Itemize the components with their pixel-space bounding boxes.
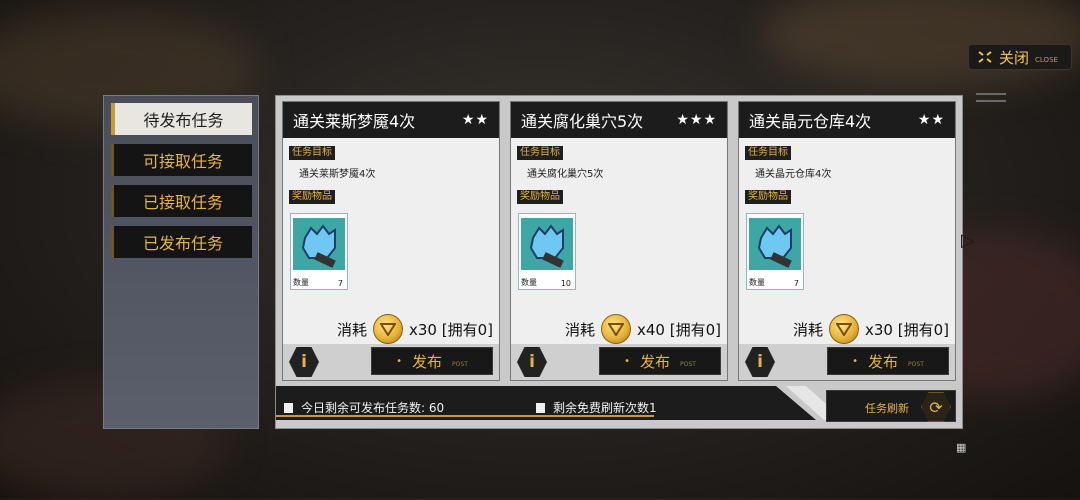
quantity-label: 数量 — [521, 278, 537, 287]
reward-tag: 奖励物品 — [517, 190, 563, 204]
card-footer: i • 发布 POST — [511, 344, 727, 380]
free-refresh-text: 剩余免费刷新次数1 — [553, 401, 657, 415]
goal-tag: 任务目标 — [745, 146, 791, 160]
reward-tag: 奖励物品 — [289, 190, 335, 204]
cost-value: x30 [拥有0] — [409, 320, 493, 339]
bar-icon — [284, 402, 293, 413]
reward-tag: 奖励物品 — [745, 190, 791, 204]
quantity-label: 数量 — [293, 278, 309, 287]
dot-icon: • — [396, 355, 403, 367]
goal-tag: 任务目标 — [289, 146, 335, 160]
publish-sublabel: POST — [452, 360, 468, 368]
goal-text: 通关晶元仓库4次 — [755, 169, 832, 180]
card-header: 通关腐化巢穴5次 ★★★ — [511, 102, 727, 138]
tab-label: 已接取任务 — [142, 193, 223, 212]
publish-button[interactable]: • 发布 POST — [371, 347, 493, 375]
quantity-label: 数量 — [749, 278, 765, 287]
card-header: 通关莱斯梦魇4次 ★★ — [283, 102, 499, 138]
star-rating: ★★ — [461, 112, 489, 128]
tab-label: 待发布任务 — [143, 111, 224, 130]
cost-row: 消耗 x30 [拥有0] — [793, 314, 949, 344]
quantity-value: 7 — [793, 279, 799, 288]
publish-button[interactable]: • 发布 POST — [599, 347, 721, 375]
free-refresh-count: 剩余免费刷新次数1 — [536, 399, 657, 416]
cost-label: 消耗 — [565, 320, 596, 339]
publish-label: 发布 — [868, 352, 899, 371]
menu-lines-icon — [976, 93, 1006, 102]
next-page-arrow-icon[interactable]: ▷ — [961, 230, 975, 251]
tab-published[interactable]: 已发布任务 — [111, 226, 252, 258]
tab-pending-publish[interactable]: 待发布任务 — [111, 103, 252, 135]
tab-label: 可接取任务 — [142, 152, 223, 171]
coin-icon — [601, 314, 632, 344]
goal-text: 通关腐化巢穴5次 — [527, 169, 604, 180]
bar-icon — [536, 402, 545, 413]
info-icon: i — [301, 352, 307, 372]
task-card: 通关莱斯梦魇4次 ★★ 任务目标 通关莱斯梦魇4次 奖励物品 数量 7 消耗 x… — [282, 101, 500, 381]
publish-label: 发布 — [640, 352, 671, 371]
close-button[interactable]: 关闭 CLOSE — [968, 44, 1072, 70]
info-button[interactable]: i — [289, 347, 319, 377]
task-category-sidebar: 待发布任务 可接取任务 已接取任务 已发布任务 — [103, 95, 259, 429]
glove-item-icon — [521, 218, 573, 270]
dot-icon: • — [852, 355, 859, 367]
dot-icon: • — [624, 355, 631, 367]
task-card: 通关腐化巢穴5次 ★★★ 任务目标 通关腐化巢穴5次 奖励物品 数量 10 消耗… — [510, 101, 728, 381]
reward-item[interactable]: 数量 10 — [518, 213, 576, 290]
card-footer: i • 发布 POST — [739, 344, 955, 380]
quantity-value: 10 — [560, 279, 571, 288]
cost-row: 消耗 x30 [拥有0] — [337, 314, 493, 344]
reward-item[interactable]: 数量 7 — [290, 213, 348, 290]
refresh-tasks-button[interactable]: 任务刷新 ⟳ — [826, 390, 956, 422]
tab-accepted[interactable]: 已接取任务 — [111, 185, 252, 217]
info-button[interactable]: i — [517, 347, 547, 377]
info-icon: i — [529, 352, 535, 372]
goal-tag: 任务目标 — [517, 146, 563, 160]
star-rating: ★★★ — [676, 112, 717, 128]
tab-available[interactable]: 可接取任务 — [111, 144, 252, 176]
glove-item-icon — [749, 218, 801, 270]
close-sublabel: CLOSE — [1035, 56, 1058, 64]
quantity-value: 7 — [337, 279, 343, 288]
publish-sublabel: POST — [908, 360, 924, 368]
close-icon — [978, 51, 992, 63]
tab-label: 已发布任务 — [142, 234, 223, 253]
card-footer: i • 发布 POST — [283, 344, 499, 380]
refresh-icon: ⟳ — [921, 392, 951, 422]
remaining-publish-count: 今日剩余可发布任务数: 60 — [284, 399, 444, 416]
glove-item-icon — [293, 218, 345, 270]
cost-row: 消耗 x40 [拥有0] — [565, 314, 721, 344]
card-title: 通关晶元仓库4次 — [749, 112, 872, 131]
publish-label: 发布 — [412, 352, 443, 371]
publish-sublabel: POST — [680, 360, 696, 368]
cost-value: x40 [拥有0] — [637, 320, 721, 339]
reward-item[interactable]: 数量 7 — [746, 213, 804, 290]
cost-label: 消耗 — [793, 320, 824, 339]
coin-icon — [373, 314, 404, 344]
card-header: 通关晶元仓库4次 ★★ — [739, 102, 955, 138]
refresh-label: 任务刷新 — [865, 402, 909, 415]
info-button[interactable]: i — [745, 347, 775, 377]
coin-icon — [829, 314, 860, 344]
card-title: 通关腐化巢穴5次 — [521, 112, 644, 131]
cost-value: x30 [拥有0] — [865, 320, 949, 339]
grid-icon[interactable]: ▦ — [956, 441, 966, 454]
card-title: 通关莱斯梦魇4次 — [293, 112, 416, 131]
close-label: 关闭 — [999, 48, 1030, 67]
star-rating: ★★ — [917, 112, 945, 128]
remaining-publish-text: 今日剩余可发布任务数: 60 — [301, 401, 445, 415]
cost-label: 消耗 — [337, 320, 368, 339]
info-icon: i — [757, 352, 763, 372]
task-card: 通关晶元仓库4次 ★★ 任务目标 通关晶元仓库4次 奖励物品 数量 7 消耗 x… — [738, 101, 956, 381]
goal-text: 通关莱斯梦魇4次 — [299, 169, 376, 180]
task-board-panel: 通关莱斯梦魇4次 ★★ 任务目标 通关莱斯梦魇4次 奖励物品 数量 7 消耗 x… — [275, 95, 963, 429]
publish-button[interactable]: • 发布 POST — [827, 347, 949, 375]
